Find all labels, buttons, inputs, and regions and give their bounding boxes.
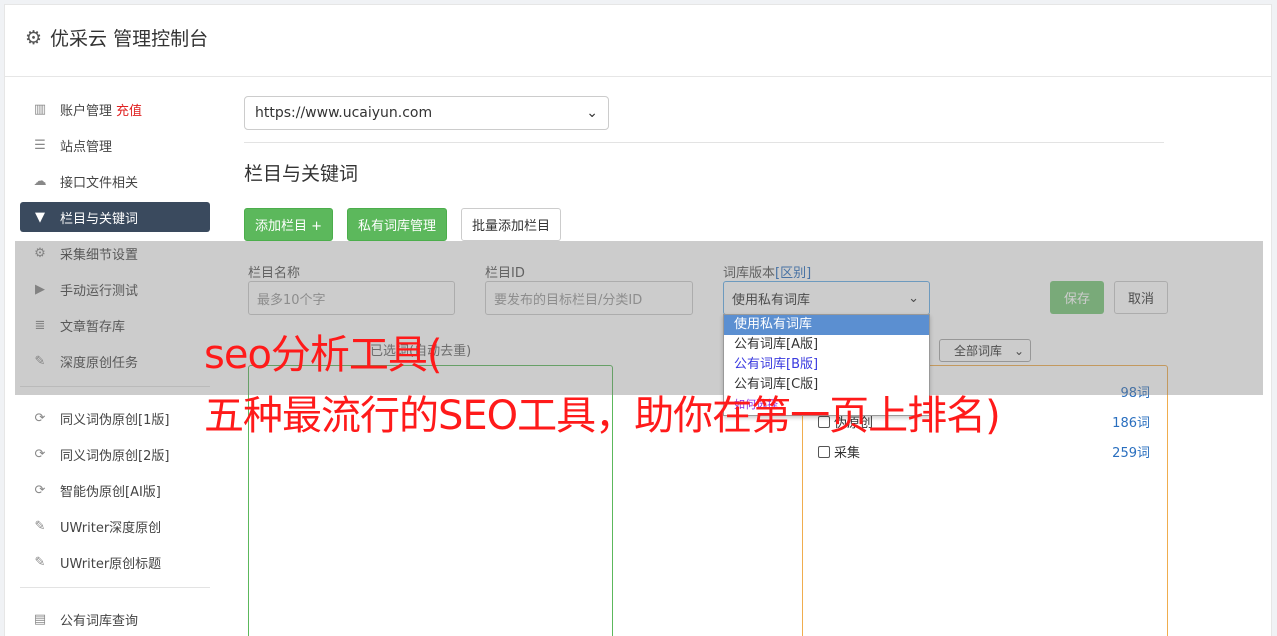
server-icon: ☰ [34, 137, 46, 153]
main-content: https://www.ucaiyun.com ⌄ 栏目与关键词 添加栏目 + … [244, 96, 1164, 241]
sidebar-item-uwriter-title[interactable]: ✎ UWriter原创标题 [20, 547, 210, 577]
top-bar: ⚙ 优采云 管理控制台 [5, 5, 1271, 77]
sidebar-item-label: 智能伪原创[AI版] [60, 484, 161, 500]
sidebar-item-columns[interactable]: ▼ 栏目与关键词 [20, 202, 210, 232]
edit-icon: ✎ [34, 554, 46, 570]
site-select-value: https://www.ucaiyun.com [255, 105, 433, 121]
refresh-icon: ⟳ [34, 446, 46, 462]
library-row[interactable]: 采集 259词 [818, 442, 1150, 461]
private-library-button[interactable]: 私有词库管理 [347, 208, 448, 241]
cloud-upload-icon: ☁ [33, 173, 47, 189]
sidebar-item-synonym-2[interactable]: ⟳ 同义词伪原创[2版] [20, 439, 210, 469]
divider [244, 142, 1164, 143]
sidebar-item-interface[interactable]: ☁ 接口文件相关 [20, 166, 210, 196]
refresh-icon: ⟳ [34, 482, 46, 498]
filter-icon: ▼ [35, 209, 45, 225]
add-column-button[interactable]: 添加栏目 + [244, 208, 334, 241]
bar-chart-icon: ▥ [33, 101, 47, 117]
sidebar-item-public-lib[interactable]: ▤ 公有词库查询 [20, 604, 210, 634]
library-name: 采集 [834, 446, 861, 461]
sidebar-item-label: 站点管理 [60, 139, 113, 155]
sidebar-item-ai-rewrite[interactable]: ⟳ 智能伪原创[AI版] [20, 475, 210, 505]
sidebar-item-label: UWriter原创标题 [60, 556, 162, 572]
gear-icon: ⚙ [25, 26, 43, 49]
library-count: 186词 [1112, 416, 1150, 431]
book-icon: ▤ [33, 611, 47, 627]
sidebar-item-uwriter-deep[interactable]: ✎ UWriter深度原创 [20, 511, 210, 541]
sidebar-item-label: 公有词库查询 [60, 613, 139, 629]
app-title: 优采云 管理控制台 [50, 28, 209, 50]
sidebar-item-label: 同义词伪原创[1版] [60, 412, 170, 428]
watermark-line-2: 五种最流行的SEO工具，助你在第一页上排名) [204, 393, 1001, 439]
watermark-line-1: seo分析工具( [204, 332, 443, 378]
sidebar-item-synonym-1[interactable]: ⟳ 同义词伪原创[1版] [20, 403, 210, 433]
sidebar-divider [20, 587, 210, 588]
sidebar-item-account[interactable]: ▥ 账户管理 充值 [20, 94, 210, 124]
library-count: 259词 [1112, 446, 1150, 461]
brand: ⚙ 优采云 管理控制台 [25, 24, 208, 51]
dropdown-option[interactable]: 公有词库[B版] [724, 355, 929, 375]
action-buttons: 添加栏目 + 私有词库管理 批量添加栏目 [244, 208, 1164, 241]
sidebar-item-label: UWriter深度原创 [60, 520, 162, 536]
page-title: 栏目与关键词 [244, 163, 359, 185]
sidebar-item-label: 栏目与关键词 [60, 211, 139, 227]
recharge-link[interactable]: 充值 [116, 100, 142, 119]
dropdown-option[interactable]: 使用私有词库 [724, 315, 929, 335]
sidebar-item-sites[interactable]: ☰ 站点管理 [20, 130, 210, 160]
sidebar-item-label: 同义词伪原创[2版] [60, 448, 170, 464]
edit-icon: ✎ [34, 518, 46, 534]
overlay-band [15, 241, 1263, 395]
checkbox[interactable] [818, 446, 830, 458]
refresh-icon: ⟳ [34, 410, 46, 426]
sidebar-item-label: 接口文件相关 [60, 175, 139, 191]
batch-add-column-button[interactable]: 批量添加栏目 [461, 208, 562, 241]
chevron-down-icon: ⌄ [586, 105, 598, 121]
sidebar-item-label: 账户管理 [60, 103, 113, 119]
dropdown-option[interactable]: 公有词库[A版] [724, 335, 929, 355]
site-select[interactable]: https://www.ucaiyun.com ⌄ [244, 96, 609, 130]
